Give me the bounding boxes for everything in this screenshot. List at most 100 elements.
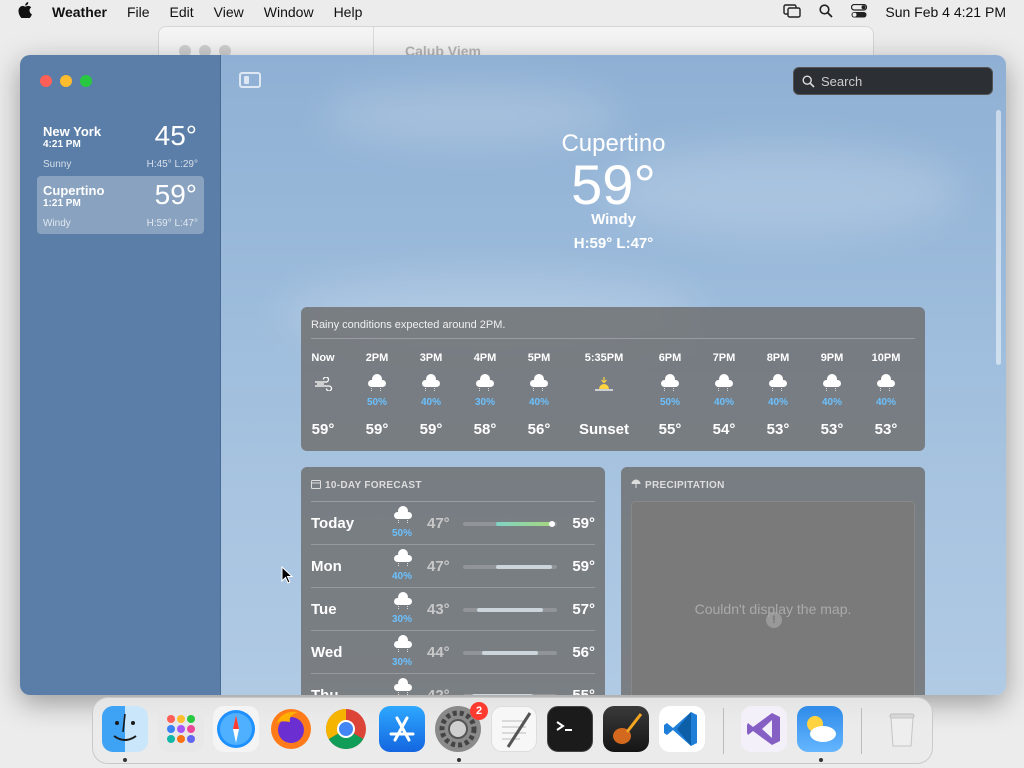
search-input[interactable] xyxy=(821,73,981,89)
low-temp: 44° xyxy=(427,644,450,661)
dock-trash-icon[interactable] xyxy=(879,706,925,752)
forecast-row[interactable]: Thu 42° 55° xyxy=(311,674,595,695)
forecast-row[interactable]: Today 50% 47° 59° xyxy=(311,502,595,545)
hourly-item: 9PM 40% 53° xyxy=(805,349,859,445)
hourly-item: 6PM 50% 55° xyxy=(643,349,697,445)
temp-range-track xyxy=(463,608,557,612)
hourly-forecast-card: Rainy conditions expected around 2PM. No… xyxy=(301,307,925,451)
map-error-message: Couldn't display the map. xyxy=(694,601,852,617)
precip-chance: 40% xyxy=(420,397,441,408)
screen-mirroring-icon[interactable] xyxy=(783,3,802,21)
temp-range-bar xyxy=(495,565,553,569)
menu-file[interactable]: File xyxy=(127,4,150,20)
dock-safari-icon[interactable] xyxy=(213,706,259,752)
menu-help[interactable]: Help xyxy=(334,4,363,20)
current-condition: Windy xyxy=(591,211,636,228)
rain-cloud-icon xyxy=(528,374,550,391)
forecast-row[interactable]: Tue 30% 43° 57° xyxy=(311,588,595,631)
dock-terminal-icon[interactable] xyxy=(547,706,593,752)
temp-range-track xyxy=(463,565,557,569)
location-item-new-york[interactable]: New York 4:21 PM 45° Sunny H:45° L:29° xyxy=(37,117,204,175)
window-controls xyxy=(40,75,92,87)
hourly-item: 7PM 40% 54° xyxy=(697,349,751,445)
minimize-button[interactable] xyxy=(60,75,72,87)
rain-cloud-icon xyxy=(393,506,413,523)
rain-cloud-icon xyxy=(393,549,413,566)
precip-chance: 50% xyxy=(366,397,387,408)
location-condition: Sunny xyxy=(43,159,72,170)
ten-day-title: 10-DAY FORECAST xyxy=(311,479,422,491)
rain-cloud-icon xyxy=(366,374,388,391)
hour-temp: 53° xyxy=(820,421,844,438)
dock-textedit-icon[interactable] xyxy=(491,706,537,752)
dock-finder-icon[interactable] xyxy=(102,706,148,752)
high-temp: 57° xyxy=(572,601,595,618)
main-content: Cupertino 59° Windy H:59° L:47° Rainy co… xyxy=(221,55,1006,695)
hour-temp: 53° xyxy=(874,421,898,438)
hourly-item: 5PM 40% 56° xyxy=(512,349,566,445)
location-temp: 59° xyxy=(154,179,197,210)
dock-firefox-icon[interactable] xyxy=(268,706,314,752)
hour-temp: 53° xyxy=(766,421,790,438)
dock-weather-icon[interactable] xyxy=(797,706,843,752)
high-temp: 59° xyxy=(572,558,595,575)
rain-cloud-icon xyxy=(393,678,413,695)
high-temp: 55° xyxy=(572,687,595,695)
close-button[interactable] xyxy=(40,75,52,87)
hour-label: 2PM xyxy=(365,352,389,364)
hour-temp: 59° xyxy=(419,421,443,438)
forecast-row[interactable]: Wed 30% 44° 56° xyxy=(311,631,595,674)
hour-label: Now xyxy=(311,352,335,364)
system-settings-badge: 2 xyxy=(470,702,488,720)
ten-day-forecast-card: 10-DAY FORECAST Today 50% 47° 59° Mon 40% 47° 5… xyxy=(301,467,605,695)
hourly-item: 10PM 40% 53° xyxy=(859,349,913,445)
dock-launchpad-icon[interactable] xyxy=(158,706,204,752)
dock-visual-studio-icon[interactable] xyxy=(741,706,787,752)
rain-cloud-icon xyxy=(767,374,789,391)
hourly-item: 4PM 30% 58° xyxy=(458,349,512,445)
dock-chrome-icon[interactable] xyxy=(323,706,369,752)
apple-menu-icon[interactable] xyxy=(18,1,36,23)
spotlight-search-icon[interactable] xyxy=(819,3,833,21)
location-hilo: H:59° L:47° xyxy=(146,218,198,229)
precip-chance: 40% xyxy=(391,571,412,582)
precip-chance: 50% xyxy=(391,528,412,539)
location-time: 4:21 PM xyxy=(43,139,81,150)
rain-cloud-icon xyxy=(420,374,442,391)
hourly-item: 2PM 50% 59° xyxy=(350,349,404,445)
low-temp: 42° xyxy=(427,687,450,695)
forecast-row[interactable]: Mon 40% 47° 59° xyxy=(311,545,595,588)
mouse-cursor-icon xyxy=(281,566,293,584)
forecast-day: Thu xyxy=(311,687,339,695)
dock-vscode-icon[interactable] xyxy=(659,706,705,752)
hour-temp: 55° xyxy=(658,421,682,438)
zoom-button[interactable] xyxy=(80,75,92,87)
location-time: 1:21 PM xyxy=(43,198,81,209)
menu-view[interactable]: View xyxy=(214,4,244,20)
rain-cloud-icon xyxy=(393,592,413,609)
hour-label: 7PM xyxy=(712,352,736,364)
menu-app-name[interactable]: Weather xyxy=(52,4,107,20)
hour-label: 10PM xyxy=(871,352,901,364)
menu-clock[interactable]: Sun Feb 4 4:21 PM xyxy=(885,4,1006,20)
hour-label: 9PM xyxy=(820,352,844,364)
low-temp: 43° xyxy=(427,601,450,618)
sidebar-toggle-icon[interactable] xyxy=(239,72,261,88)
precip-chance: 40% xyxy=(713,397,734,408)
dock-garageband-icon[interactable] xyxy=(603,706,649,752)
dock-app-store-icon[interactable] xyxy=(379,706,425,752)
menu-window[interactable]: Window xyxy=(264,4,314,20)
precipitation-title: PRECIPITATION xyxy=(631,479,725,491)
control-center-icon[interactable] xyxy=(851,3,868,21)
high-temp: 56° xyxy=(572,644,595,661)
temp-range-bar xyxy=(472,694,534,695)
precipitation-map[interactable]: ! xyxy=(631,501,915,695)
hour-label: 5:35PM xyxy=(584,352,624,364)
menu-edit[interactable]: Edit xyxy=(170,4,194,20)
temp-range-track xyxy=(463,651,557,655)
search-field[interactable] xyxy=(793,67,993,95)
hourly-item: Now 59° xyxy=(296,349,350,445)
search-icon xyxy=(802,74,815,88)
location-item-cupertino[interactable]: Cupertino 1:21 PM 59° Windy H:59° L:47° xyxy=(37,176,204,234)
hour-label: 4PM xyxy=(473,352,497,364)
